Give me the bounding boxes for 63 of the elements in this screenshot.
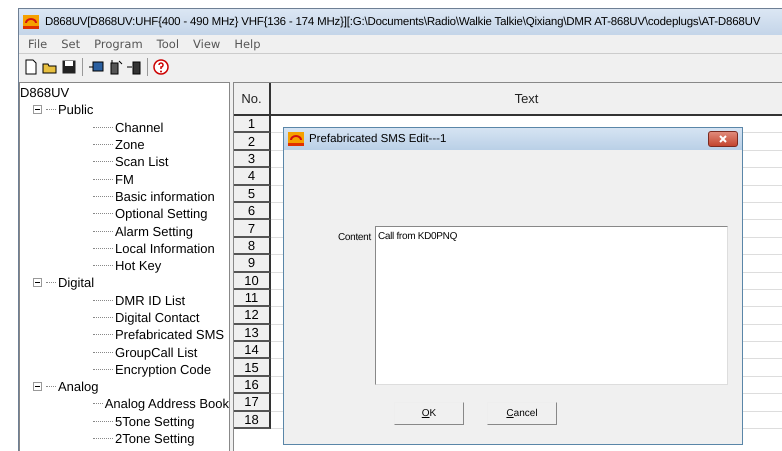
- collapse-toggle-icon[interactable]: [33, 382, 42, 392]
- menu-item[interactable]: Help: [227, 37, 268, 51]
- app-logo-icon: [23, 15, 39, 29]
- row-number: 15: [234, 359, 271, 377]
- menu-item[interactable]: Set: [54, 37, 88, 51]
- row-number: 6: [234, 202, 271, 220]
- tree-item[interactable]: Alarm Setting: [115, 224, 194, 239]
- row-number: 4: [234, 168, 271, 186]
- collapse-toggle-icon[interactable]: [33, 105, 42, 114]
- close-icon: [717, 134, 729, 144]
- help-icon[interactable]: [153, 59, 169, 75]
- tree-item[interactable]: 2Tone Setting: [115, 431, 195, 446]
- row-number: 1: [234, 116, 271, 134]
- tree-item[interactable]: Channel: [115, 120, 164, 135]
- app-logo-icon: [288, 132, 304, 146]
- ok-button[interactable]: OK: [394, 402, 464, 425]
- column-header: No.: [234, 83, 271, 114]
- row-number: 10: [234, 272, 271, 290]
- tree-item[interactable]: DMR ID List: [115, 292, 186, 308]
- collapse-toggle-icon[interactable]: [33, 278, 42, 288]
- dialog-title: Prefabricated SMS Edit---1: [309, 133, 448, 145]
- menu-item[interactable]: View: [186, 37, 228, 51]
- tree-item[interactable]: Public: [58, 102, 94, 118]
- tree-item[interactable]: FM: [115, 172, 134, 187]
- tree-item[interactable]: D868UV: [20, 85, 70, 100]
- row-number: 18: [234, 412, 271, 430]
- row-number: 11: [234, 290, 271, 308]
- tree-item[interactable]: Local Information: [115, 240, 215, 256]
- row-number: 5: [234, 186, 271, 203]
- new-file-icon[interactable]: [23, 59, 39, 75]
- row-number: 13: [234, 324, 271, 342]
- tree-item[interactable]: Digital Contact: [115, 310, 200, 325]
- row-number: 8: [234, 238, 271, 256]
- row-number: 12: [234, 307, 271, 325]
- tree-item[interactable]: Prefabricated SMS: [115, 327, 224, 342]
- tree-item[interactable]: Zone: [115, 137, 145, 152]
- tree-item[interactable]: Analog: [58, 379, 98, 394]
- tree-item[interactable]: Optional Setting: [115, 206, 208, 222]
- row-number: 14: [234, 342, 271, 360]
- tree-item[interactable]: Analog Address Book: [104, 396, 229, 412]
- window-title: D868UV[D868UV:UHF{400 - 490 MHz} VHF{136 - 174 MHz}][:G:\Documents\Radio\Walkie Talkie\Qixiang\DMR AT-868UV\codeplugs\AT-D868UV: [45, 16, 760, 28]
- row-number: 3: [234, 150, 271, 168]
- row-number: 2: [234, 133, 271, 151]
- column-header: Text: [514, 90, 540, 108]
- row-number: 17: [234, 394, 271, 412]
- menu-item[interactable]: Tool: [150, 37, 186, 51]
- tree-item[interactable]: 5Tone Setting: [115, 414, 195, 429]
- tree-item[interactable]: Digital: [58, 275, 94, 290]
- tree-item[interactable]: Basic information: [115, 188, 215, 204]
- menu-item[interactable]: Program: [87, 37, 150, 51]
- field-label: Content: [338, 231, 371, 243]
- close-button[interactable]: [708, 131, 738, 147]
- content-field[interactable]: Call from KD0PNQ: [374, 226, 728, 385]
- tree-item[interactable]: Encryption Code: [115, 362, 212, 377]
- tree-item[interactable]: Scan List: [115, 154, 168, 170]
- cancel-button[interactable]: Cancel: [487, 402, 557, 425]
- row-number: 7: [234, 220, 271, 238]
- radio-arrow-icon[interactable]: [126, 59, 142, 75]
- menu-item[interactable]: File: [21, 37, 54, 51]
- tree-item[interactable]: Hot Key: [115, 258, 162, 274]
- row-number: 16: [234, 376, 271, 394]
- tree-item[interactable]: GroupCall List: [115, 344, 198, 360]
- row-number: 9: [234, 255, 271, 273]
